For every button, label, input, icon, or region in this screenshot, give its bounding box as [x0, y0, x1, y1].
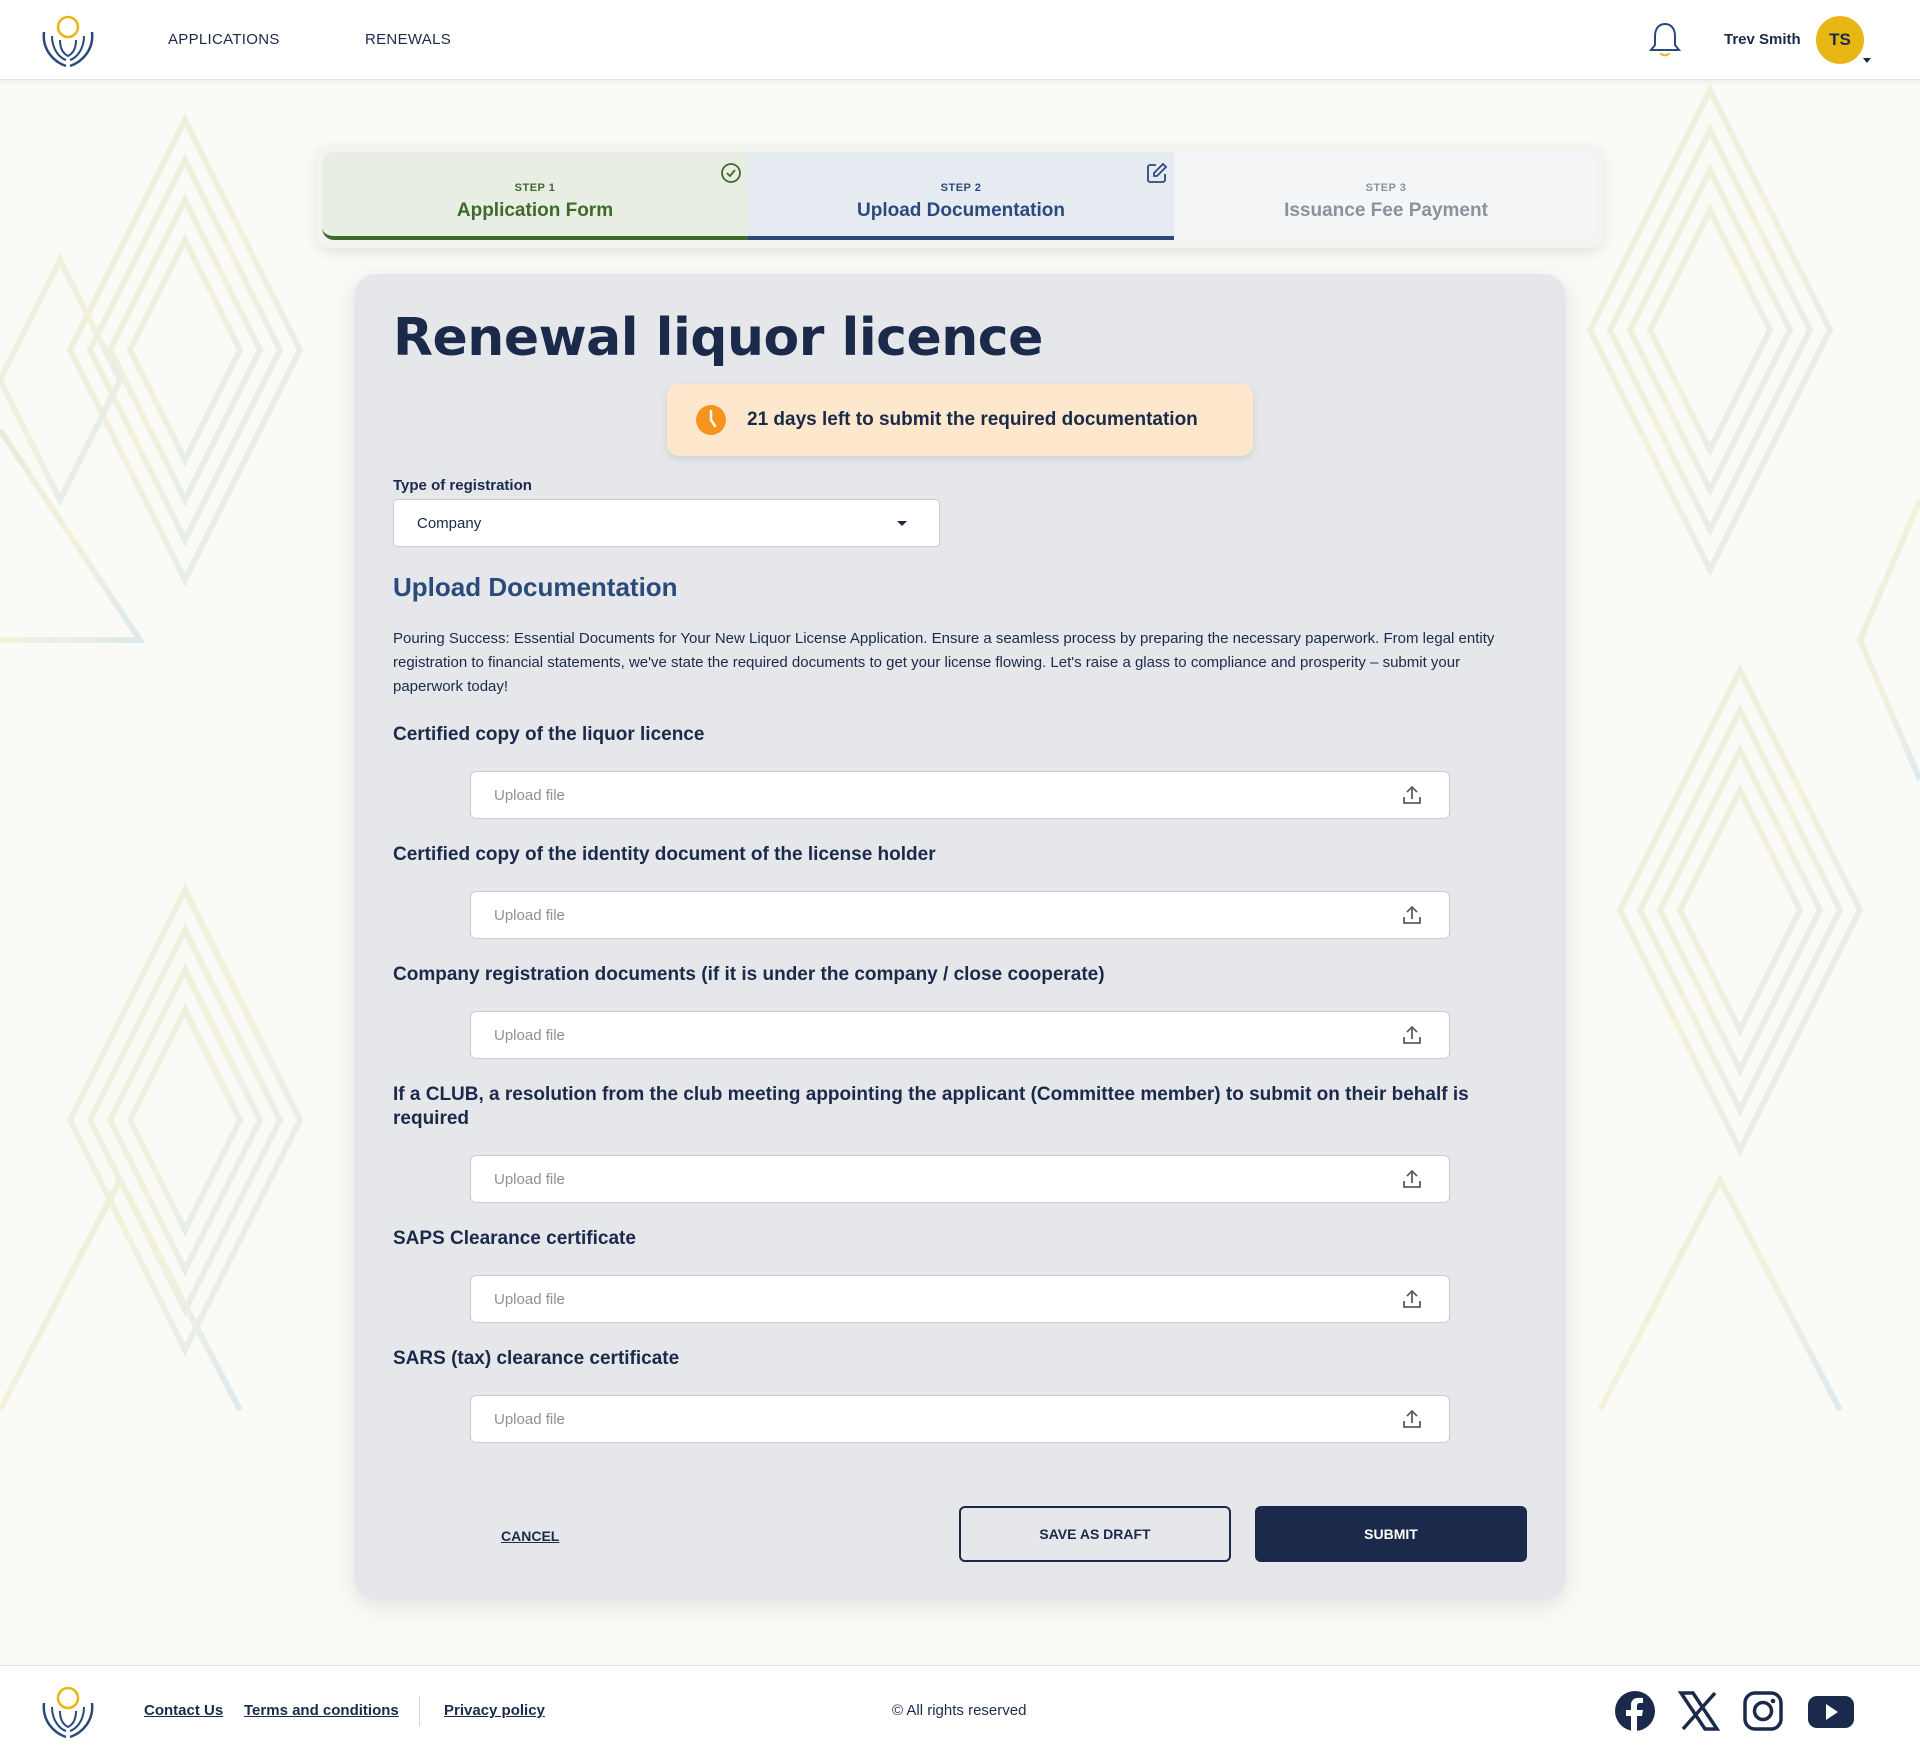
user-name[interactable]: Trev Smith — [1724, 31, 1801, 48]
avatar-initials: TS — [1829, 30, 1851, 49]
upload-placeholder: Upload file — [494, 1291, 565, 1308]
document-label-liquor-licence: Certified copy of the liquor licence — [393, 724, 705, 745]
save-as-draft-button[interactable]: SAVE AS DRAFT — [959, 1506, 1231, 1562]
step-issuance-fee-payment[interactable]: STEP 3 Issuance Fee Payment — [1174, 152, 1598, 240]
cancel-button[interactable]: CANCEL — [501, 1528, 559, 1544]
footer-link-contact-us[interactable]: Contact Us — [144, 1702, 223, 1719]
logo-icon[interactable] — [38, 10, 98, 70]
chevron-down-icon — [897, 521, 907, 526]
step-number: STEP 2 — [940, 182, 982, 194]
upload-placeholder: Upload file — [494, 907, 565, 924]
footer: Contact Us Terms and conditions Privacy … — [0, 1665, 1920, 1755]
upload-saps-clearance[interactable]: Upload file — [470, 1275, 1450, 1323]
nav-renewals[interactable]: RENEWALS — [365, 31, 451, 48]
step-number: STEP 3 — [1365, 182, 1407, 194]
step-number: STEP 1 — [514, 182, 556, 194]
upload-liquor-licence[interactable]: Upload file — [470, 771, 1450, 819]
intro-text: Pouring Success: Essential Documents for… — [393, 630, 1495, 695]
check-circle-icon — [721, 163, 741, 183]
logo-icon[interactable] — [38, 1683, 98, 1739]
registration-type-label: Type of registration — [393, 477, 532, 494]
facebook-icon[interactable] — [1614, 1690, 1656, 1732]
footer-link-terms[interactable]: Terms and conditions — [244, 1702, 399, 1719]
document-label-identity-document: Certified copy of the identity document … — [393, 844, 936, 865]
step-title: Application Form — [456, 200, 614, 221]
upload-sars-clearance[interactable]: Upload file — [470, 1395, 1450, 1443]
avatar[interactable]: TS — [1816, 16, 1864, 64]
instagram-icon[interactable] — [1742, 1690, 1784, 1732]
clock-icon — [696, 405, 726, 435]
deadline-text: 21 days left to submit the required docu… — [747, 409, 1198, 430]
upload-placeholder: Upload file — [494, 1027, 565, 1044]
footer-divider — [419, 1696, 420, 1726]
top-header: APPLICATIONS RENEWALS Trev Smith TS — [0, 0, 1920, 80]
footer-link-privacy[interactable]: Privacy policy — [444, 1702, 545, 1719]
upload-placeholder: Upload file — [494, 1171, 565, 1188]
document-label-club-resolution: If a CLUB, a resolution from the club me… — [393, 1084, 1469, 1129]
upload-company-registration[interactable]: Upload file — [470, 1011, 1450, 1059]
section-title: Upload Documentation — [393, 572, 678, 602]
step-upload-documentation[interactable]: STEP 2 Upload Documentation — [748, 152, 1174, 240]
upload-club-resolution[interactable]: Upload file — [470, 1155, 1450, 1203]
upload-icon[interactable] — [1401, 1168, 1423, 1190]
upload-icon[interactable] — [1401, 784, 1423, 806]
upload-icon[interactable] — [1401, 1288, 1423, 1310]
document-label-saps-clearance: SAPS Clearance certificate — [393, 1228, 636, 1249]
document-label-company-registration: Company registration documents (if it is… — [393, 964, 1105, 985]
edit-icon — [1147, 162, 1168, 183]
upload-icon[interactable] — [1401, 904, 1423, 926]
step-title: Upload Documentation — [857, 200, 1065, 221]
deadline-banner: 21 days left to submit the required docu… — [667, 384, 1253, 456]
upload-placeholder: Upload file — [494, 1411, 565, 1428]
upload-icon[interactable] — [1401, 1024, 1423, 1046]
form-card: Renewal liquor licence 21 days left to s… — [354, 274, 1566, 1600]
step-title: Issuance Fee Payment — [1284, 200, 1488, 221]
upload-placeholder: Upload file — [494, 787, 565, 804]
copyright-text: © All rights reserved — [892, 1702, 1027, 1719]
step-progress: STEP 1 Application Form STEP 2 Upload Do… — [316, 146, 1604, 248]
page-title: Renewal liquor licence — [393, 308, 1043, 368]
upload-identity-document[interactable]: Upload file — [470, 891, 1450, 939]
registration-type-select[interactable]: Company — [393, 499, 940, 547]
step-application-form[interactable]: STEP 1 Application Form — [322, 152, 748, 240]
x-icon[interactable] — [1678, 1690, 1720, 1732]
chevron-down-icon[interactable] — [1863, 58, 1871, 63]
upload-icon[interactable] — [1401, 1408, 1423, 1430]
select-value: Company — [417, 515, 482, 532]
document-label-sars-clearance: SARS (tax) clearance certificate — [393, 1348, 680, 1369]
submit-button[interactable]: SUBMIT — [1255, 1506, 1527, 1562]
bell-icon[interactable] — [1648, 20, 1682, 58]
nav-applications[interactable]: APPLICATIONS — [168, 31, 280, 48]
youtube-icon[interactable] — [1806, 1690, 1856, 1732]
